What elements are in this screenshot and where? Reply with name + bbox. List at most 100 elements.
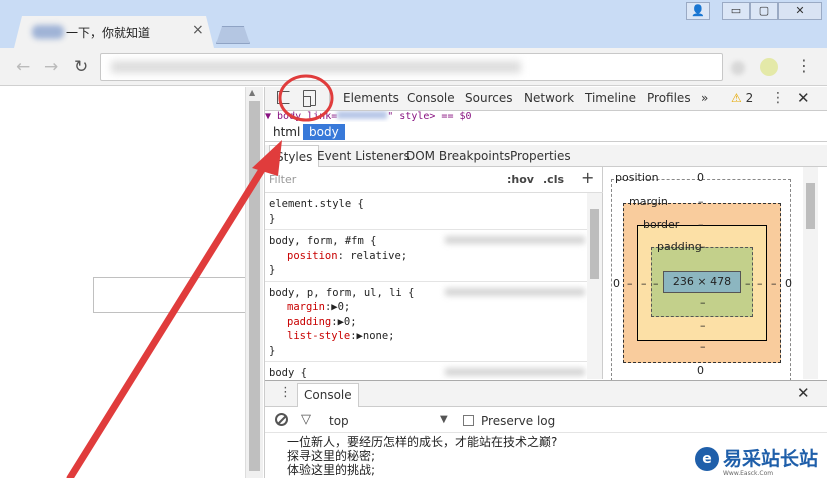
element-line-start: ▼ body link= bbox=[265, 111, 338, 122]
padding-top-value: – bbox=[700, 240, 706, 253]
margin-label: margin bbox=[629, 195, 668, 208]
margin-top-value: – bbox=[698, 195, 704, 208]
box-content-size[interactable]: 236 × 478 bbox=[663, 271, 741, 293]
warning-count: 2 bbox=[745, 91, 754, 105]
hover-state-button[interactable]: :hov bbox=[507, 173, 534, 186]
preserve-log-checkbox[interactable] bbox=[463, 415, 474, 426]
subtab-styles[interactable]: Styles bbox=[269, 145, 320, 167]
profile-button[interactable]: 👤 bbox=[686, 2, 710, 20]
reload-icon[interactable]: ↻ bbox=[74, 57, 88, 77]
tab-sources[interactable]: Sources bbox=[465, 91, 512, 105]
content-bottom-value: – bbox=[700, 296, 706, 309]
styles-scrollbar-thumb[interactable] bbox=[590, 209, 599, 279]
extension-icon[interactable] bbox=[760, 58, 778, 76]
box-model-scrollbar-thumb[interactable] bbox=[806, 183, 815, 229]
property-name: position bbox=[287, 249, 338, 262]
site-watermark: e 易采站长站 Www.Easck.Com bbox=[693, 444, 827, 478]
filter-funnel-icon[interactable]: ▽ bbox=[301, 412, 311, 427]
tab-close-icon[interactable]: × bbox=[192, 22, 204, 38]
page-viewport bbox=[0, 87, 253, 478]
console-message: 一位新人，要经历怎样的成长，才能站在技术之巅? bbox=[287, 435, 558, 449]
selected-element-line[interactable]: ▼ body link= " style> == $0 bbox=[265, 111, 827, 122]
padding-left-value: – bbox=[653, 277, 659, 290]
close-window-button[interactable]: ✕ bbox=[778, 2, 822, 20]
drawer-menu-icon[interactable]: ⋮ bbox=[279, 385, 292, 400]
box-model-scrollbar[interactable] bbox=[803, 167, 818, 379]
rule-close: } bbox=[269, 264, 276, 276]
console-message: 体验这里的挑战; bbox=[287, 463, 376, 477]
border-label: border bbox=[643, 218, 680, 231]
breadcrumb: html body bbox=[265, 122, 827, 142]
tab-network[interactable]: Network bbox=[524, 91, 574, 105]
more-tabs-icon[interactable]: » bbox=[701, 91, 708, 105]
position-bottom-value: 0 bbox=[697, 364, 704, 377]
element-line-end: " style> == $0 bbox=[387, 111, 472, 122]
tab-elements[interactable]: Elements bbox=[343, 91, 399, 105]
watermark-logo-icon: e bbox=[695, 447, 719, 471]
position-top-value: 0 bbox=[697, 171, 704, 184]
rule-property[interactable]: list-style:▶none; bbox=[269, 329, 583, 344]
context-dropdown-icon[interactable]: ▼ bbox=[440, 414, 448, 425]
scroll-up-icon[interactable]: ▲ bbox=[249, 88, 255, 97]
rule-property[interactable]: margin:▶0; bbox=[269, 300, 583, 315]
window-title-bar: 一下，你就知道 × 👤 ▭ ▢ ✕ bbox=[0, 0, 827, 48]
preserve-log-label: Preserve log bbox=[481, 414, 556, 428]
inspect-element-icon[interactable] bbox=[277, 91, 290, 104]
drawer-tab-console[interactable]: Console bbox=[297, 383, 359, 407]
breadcrumb-html[interactable]: html bbox=[267, 124, 306, 140]
rule-source-blurred[interactable] bbox=[445, 287, 585, 296]
new-rule-button[interactable]: + bbox=[581, 168, 594, 187]
style-rule[interactable]: body { bbox=[265, 362, 587, 379]
devtools-menu-icon[interactable]: ⋮ bbox=[771, 90, 785, 106]
rule-source-blurred[interactable] bbox=[445, 368, 585, 376]
back-arrow-icon[interactable]: ← bbox=[16, 57, 30, 77]
device-toolbar-icon[interactable] bbox=[303, 90, 316, 107]
tab-timeline[interactable]: Timeline bbox=[585, 91, 636, 105]
context-selector[interactable]: top bbox=[329, 414, 349, 428]
page-search-input[interactable] bbox=[93, 277, 253, 313]
rule-property[interactable]: padding:▶0; bbox=[269, 315, 583, 330]
styles-scrollbar[interactable] bbox=[587, 193, 602, 379]
drawer-close-icon[interactable]: ✕ bbox=[797, 384, 810, 402]
tab-console[interactable]: Console bbox=[407, 91, 455, 105]
subtab-properties[interactable]: Properties bbox=[510, 149, 571, 163]
rule-property[interactable]: position: relative; bbox=[269, 249, 583, 264]
margin-left-value: – bbox=[627, 277, 633, 290]
page-scrollbar-thumb[interactable] bbox=[249, 101, 260, 471]
watermark-subtitle: Www.Easck.Com bbox=[723, 470, 774, 477]
breadcrumb-body[interactable]: body bbox=[303, 124, 345, 140]
console-output: 一位新人，要经历怎样的成长，才能站在技术之巅? 探寻这里的秘密; 体验这里的挑战… bbox=[287, 435, 557, 477]
padding-right-value: – bbox=[745, 277, 751, 290]
border-top-value: – bbox=[698, 218, 704, 231]
styles-filter-input[interactable]: Filter bbox=[269, 173, 296, 186]
browser-tab[interactable]: 一下，你就知道 × bbox=[14, 16, 214, 48]
devtools-close-icon[interactable]: ✕ bbox=[797, 89, 810, 107]
forward-arrow-icon[interactable]: → bbox=[44, 57, 58, 77]
star-icon-blurred[interactable] bbox=[731, 61, 745, 75]
subtab-dom-breakpoints[interactable]: DOM Breakpoints bbox=[406, 149, 510, 163]
style-rules-list: element.style { } body, form, #fm { posi… bbox=[265, 193, 587, 379]
warnings-counter[interactable]: ⚠ 2 bbox=[731, 91, 753, 105]
new-tab-button[interactable] bbox=[216, 26, 250, 44]
devtools-panel: Elements Console Sources Network Timelin… bbox=[264, 87, 827, 478]
style-rule[interactable]: body, p, form, ul, li { margin:▶0; paddi… bbox=[265, 282, 587, 362]
maximize-button[interactable]: ▢ bbox=[750, 2, 778, 20]
subtab-event-listeners[interactable]: Event Listeners bbox=[317, 149, 410, 163]
tab-title: 一下，你就知道 bbox=[66, 26, 151, 40]
page-scrollbar[interactable]: ▲ bbox=[245, 87, 263, 478]
address-bar[interactable] bbox=[100, 53, 745, 81]
clear-console-icon[interactable] bbox=[275, 413, 288, 426]
tab-profiles[interactable]: Profiles bbox=[647, 91, 691, 105]
minimize-button[interactable]: ▭ bbox=[722, 2, 750, 20]
elements-subtab-bar: Styles Event Listeners DOM Breakpoints P… bbox=[265, 145, 827, 167]
style-rule[interactable]: body, form, #fm { position: relative; } bbox=[265, 230, 587, 282]
rule-source-blurred[interactable] bbox=[445, 236, 585, 244]
browser-menu-icon[interactable]: ⋮ bbox=[796, 56, 812, 75]
property-value: relative; bbox=[350, 249, 408, 262]
property-value: ▶0; bbox=[337, 315, 357, 328]
console-drawer-header: ⋮ Console ✕ bbox=[265, 381, 827, 407]
class-toggle-button[interactable]: .cls bbox=[543, 173, 564, 186]
property-value: ▶0; bbox=[331, 301, 351, 313]
address-blurred bbox=[111, 61, 521, 73]
style-rule[interactable]: element.style { } bbox=[265, 193, 587, 230]
